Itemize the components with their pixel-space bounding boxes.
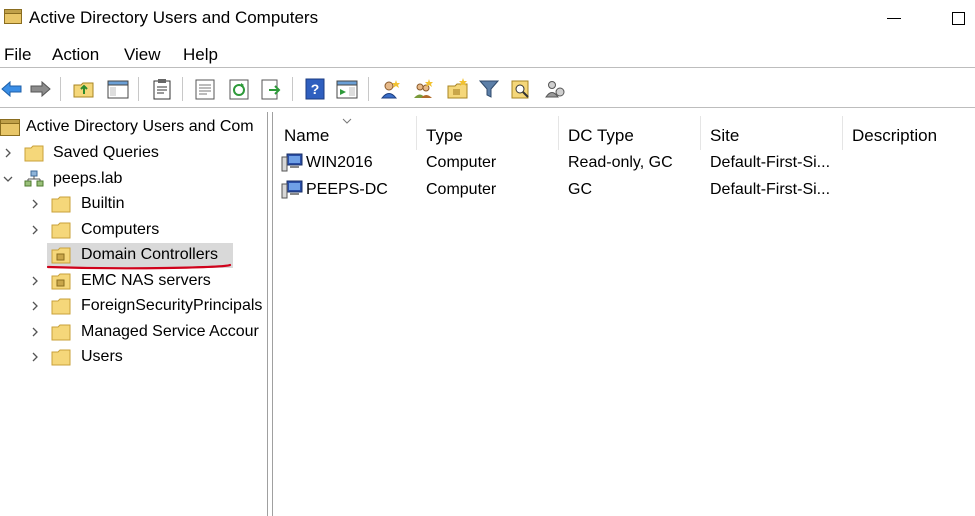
forward-arrow-icon[interactable]: [28, 77, 52, 101]
computer-icon: [281, 180, 303, 199]
domain-icon: [24, 170, 44, 187]
menu-file[interactable]: File: [4, 45, 31, 65]
tree-item-label: peeps.lab: [53, 170, 123, 187]
cell-site: Default-First-Si...: [710, 181, 831, 198]
maximize-icon: [951, 11, 965, 25]
menu-help[interactable]: Help: [183, 45, 218, 65]
tree-item-label: EMC NAS servers: [81, 272, 211, 289]
chevron-right-icon[interactable]: [3, 147, 13, 159]
toolbar-separator: [60, 77, 61, 101]
sort-indicator-icon: [342, 118, 352, 124]
tree-item-label: Computers: [81, 221, 160, 238]
minimize-icon: [887, 18, 901, 19]
tree-item-label: Users: [81, 348, 123, 365]
minimize-button[interactable]: [871, 0, 917, 36]
folder-icon: [51, 196, 71, 213]
add-to-group-icon[interactable]: [543, 77, 567, 101]
folder-icon: [51, 324, 71, 341]
column-header-dc-type[interactable]: DC Type: [558, 116, 701, 150]
cell-dc-type: Read-only, GC: [568, 154, 673, 171]
chevron-right-icon[interactable]: [30, 224, 40, 236]
cell-site: Default-First-Si...: [710, 154, 831, 171]
refresh-icon[interactable]: [227, 77, 251, 101]
list-row[interactable]: PEEPS-DC Computer GC Default-First-Si...: [274, 177, 975, 203]
properties-icon[interactable]: [193, 77, 217, 101]
tree-item-label: Managed Service Accour: [81, 323, 259, 340]
column-header-description[interactable]: Description: [842, 116, 975, 150]
computer-icon: [281, 153, 303, 172]
folder-icon: [24, 145, 44, 162]
export-list-icon[interactable]: [259, 77, 283, 101]
filter-icon[interactable]: [477, 77, 501, 101]
back-arrow-icon[interactable]: [0, 77, 24, 101]
window-title: Active Directory Users and Computers: [29, 8, 319, 27]
console-tree: Active Directory Users and Com Saved Que…: [0, 112, 267, 516]
tree-item-users[interactable]: Users: [0, 345, 267, 370]
new-user-icon[interactable]: [379, 77, 403, 101]
folder-icon: [51, 349, 71, 366]
tree-item-computers[interactable]: Computers: [0, 218, 267, 243]
toolbar-separator: [368, 77, 369, 101]
menu-action[interactable]: Action: [52, 45, 99, 65]
action-pane-icon[interactable]: [335, 77, 359, 101]
cell-name: WIN2016: [306, 154, 373, 171]
app-icon: [4, 9, 22, 24]
chevron-right-icon[interactable]: [30, 300, 40, 312]
red-underline-annotation: [46, 263, 232, 270]
tree-item-saved-queries[interactable]: Saved Queries: [0, 141, 267, 166]
title-bar: Active Directory Users and Computers: [0, 0, 975, 36]
tree-item-label: ForeignSecurityPrincipals: [81, 297, 263, 314]
cell-type: Computer: [426, 181, 497, 198]
tree-root[interactable]: Active Directory Users and Com: [0, 115, 267, 140]
chevron-down-icon[interactable]: [3, 173, 13, 185]
toolbar-separator: [292, 77, 293, 101]
chevron-right-icon[interactable]: [30, 326, 40, 338]
menu-bar: File Action View Help: [0, 40, 975, 68]
cell-type: Computer: [426, 154, 497, 171]
column-header-name[interactable]: Name: [274, 116, 417, 150]
tree-item-foreign-security-principals[interactable]: ForeignSecurityPrincipals: [0, 294, 267, 319]
menu-view[interactable]: View: [124, 45, 161, 65]
tree-item-emc-nas-servers[interactable]: EMC NAS servers: [0, 269, 267, 294]
help-icon[interactable]: ?: [303, 77, 327, 101]
column-header-site[interactable]: Site: [700, 116, 843, 150]
show-console-tree-icon[interactable]: [106, 77, 130, 101]
folder-icon: [51, 298, 71, 315]
cell-name: PEEPS-DC: [306, 181, 388, 198]
tree-root-label: Active Directory Users and Com: [26, 118, 254, 135]
svg-text:?: ?: [311, 81, 320, 97]
tree-item-label: Builtin: [81, 195, 125, 212]
toolbar: ?: [0, 70, 975, 108]
pane-splitter[interactable]: [267, 112, 273, 516]
tree-item-label: Saved Queries: [53, 144, 159, 161]
details-list: Name Type DC Type Site Description WIN20…: [274, 112, 975, 516]
chevron-right-icon[interactable]: [30, 351, 40, 363]
tree-item-builtin[interactable]: Builtin: [0, 192, 267, 217]
cell-dc-type: GC: [568, 181, 592, 198]
chevron-right-icon[interactable]: [30, 198, 40, 210]
chevron-right-icon[interactable]: [30, 275, 40, 287]
folder-icon: [51, 222, 71, 239]
maximize-button[interactable]: [935, 0, 975, 36]
up-folder-icon[interactable]: [72, 77, 96, 101]
column-header-type[interactable]: Type: [416, 116, 559, 150]
toolbar-separator: [138, 77, 139, 101]
list-header: Name Type DC Type Site Description: [274, 116, 975, 150]
new-group-icon[interactable]: [412, 77, 436, 101]
console-root-icon: [0, 119, 20, 136]
new-ou-icon[interactable]: [446, 77, 470, 101]
tree-item-peeps-lab[interactable]: peeps.lab: [0, 167, 267, 192]
tree-item-managed-service-accounts[interactable]: Managed Service Accour: [0, 320, 267, 345]
find-icon[interactable]: [509, 77, 533, 101]
ou-folder-icon: [51, 273, 71, 290]
toolbar-separator: [182, 77, 183, 101]
clipboard-icon[interactable]: [150, 77, 174, 101]
list-row[interactable]: WIN2016 Computer Read-only, GC Default-F…: [274, 150, 975, 176]
